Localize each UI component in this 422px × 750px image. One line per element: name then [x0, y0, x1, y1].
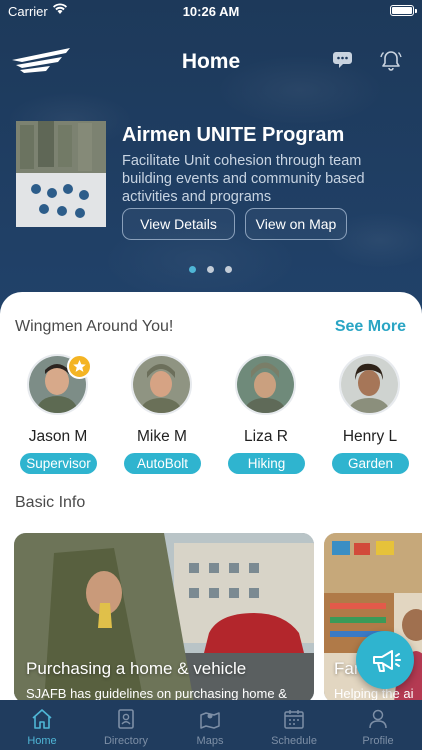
promo-title: Airmen UNITE Program — [122, 124, 345, 146]
avatar[interactable] — [235, 354, 296, 415]
view-on-map-button[interactable]: View on Map — [245, 208, 347, 240]
carousel-dot[interactable] — [189, 266, 196, 273]
clock: 10:26 AM — [182, 4, 240, 19]
wingman-tag[interactable]: Garden — [332, 453, 409, 474]
calendar-icon — [284, 710, 304, 729]
tab-label: Directory — [103, 735, 148, 747]
wingman-name: Jason M — [28, 428, 88, 445]
carousel-dot[interactable] — [207, 266, 214, 273]
chat-bubbles-icon[interactable] — [330, 50, 354, 72]
basic-info-section-title: Basic Info — [15, 494, 86, 511]
tab-directory[interactable]: Directory — [84, 700, 168, 750]
tab-profile[interactable]: Profile — [336, 700, 420, 750]
home-icon — [32, 709, 52, 729]
profile-icon — [369, 709, 387, 729]
view-details-button[interactable]: View Details — [122, 208, 235, 240]
page-title: Home — [181, 50, 241, 73]
bell-icon[interactable] — [379, 49, 403, 73]
avatar[interactable] — [131, 354, 192, 415]
tab-label: Maps — [196, 735, 224, 747]
wingman-tag[interactable]: Hiking — [228, 453, 305, 474]
hero-header: Carrier 10:26 AM Home Airmen UNITE Progr… — [0, 0, 422, 320]
info-card-subtitle: SJAFB has guidelines on purchasing home … — [26, 686, 287, 700]
wingman-name: Liza R — [244, 428, 288, 445]
tab-schedule[interactable]: Schedule — [252, 700, 336, 750]
info-card-title: Purchasing a home & vehicle — [26, 659, 247, 678]
promo-photo[interactable] — [16, 121, 106, 227]
promo-description: Facilitate Unit cohesion through team bu… — [122, 153, 365, 205]
status-bar: Carrier 10:26 AM — [0, 0, 422, 22]
tab-bar: Home Directory Maps Schedule Profile — [0, 700, 422, 750]
tab-label: Schedule — [271, 735, 317, 747]
carousel-indicator[interactable] — [189, 266, 239, 274]
wingman-tag[interactable]: AutoBolt — [124, 453, 201, 474]
wingman-name: Mike M — [137, 428, 187, 445]
info-card-home-vehicle[interactable]: Purchasing a home & vehicle SJAFB has gu… — [14, 533, 314, 700]
tab-home[interactable]: Home — [0, 700, 84, 750]
carousel-dot[interactable] — [225, 266, 232, 273]
directory-icon — [118, 709, 134, 729]
wingman-tag[interactable]: Supervisor — [20, 453, 97, 474]
map-icon — [200, 712, 220, 729]
tab-label: Home — [27, 735, 57, 747]
star-icon — [67, 354, 92, 379]
tab-label: Profile — [362, 735, 394, 747]
tab-maps[interactable]: Maps — [168, 700, 252, 750]
battery-icon — [390, 5, 417, 16]
wingmen-section-title: Wingmen Around You! — [15, 318, 174, 335]
wingman-name: Henry L — [342, 428, 398, 445]
announce-fab-button[interactable] — [356, 631, 414, 689]
see-more-link[interactable]: See More — [335, 318, 406, 336]
megaphone-icon — [373, 650, 401, 672]
avatar[interactable] — [339, 354, 400, 415]
